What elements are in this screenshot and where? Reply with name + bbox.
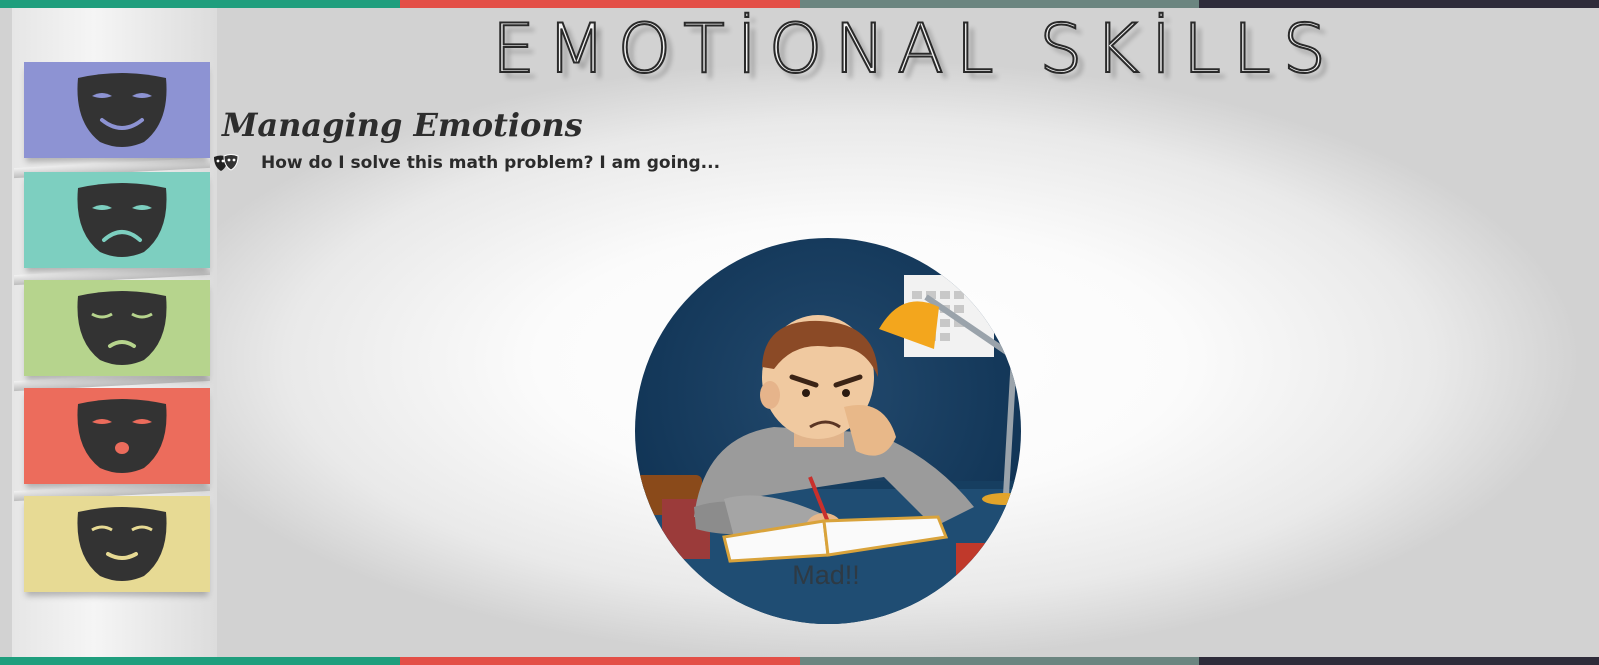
emotion-mask-sidebar <box>10 8 217 658</box>
disappointed-mask-icon <box>77 291 167 365</box>
happy-panel <box>24 62 210 158</box>
question-text: How do I solve this math problem? I am g… <box>261 153 721 173</box>
disappointed-panel <box>24 280 210 376</box>
content-mask-icon <box>77 507 167 581</box>
happy-mask-icon <box>77 73 167 147</box>
page-title: EMOTİONAL SKİLLS <box>491 9 1338 90</box>
emotion-caption: Mad!! <box>792 560 860 590</box>
sad-mask-icon <box>77 183 167 257</box>
question-row: How do I solve this math problem? I am g… <box>213 153 720 173</box>
top-color-stripe <box>0 0 1599 8</box>
content-panel <box>24 496 210 592</box>
bottom-color-stripe <box>0 657 1599 665</box>
section-heading: Managing Emotions <box>222 106 583 144</box>
surprised-panel <box>24 388 210 484</box>
sad-panel <box>24 172 210 268</box>
surprised-mask-icon <box>77 399 167 473</box>
theater-masks-icon <box>214 154 239 171</box>
